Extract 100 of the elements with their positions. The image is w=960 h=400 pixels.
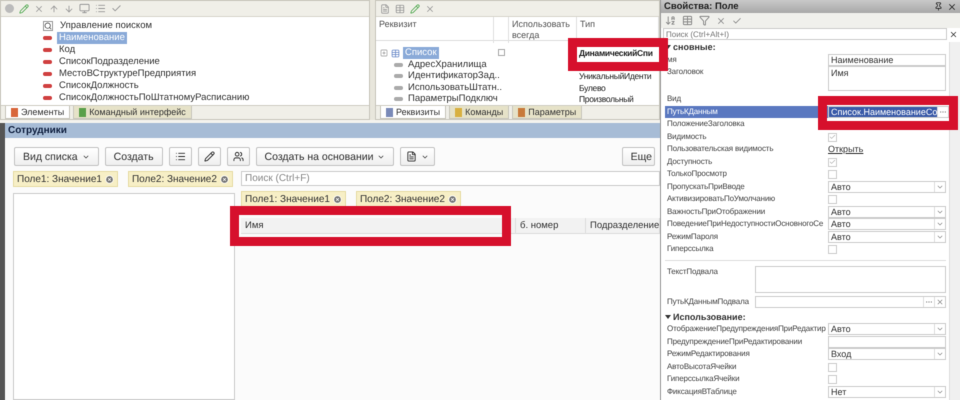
search-field[interactable]: Поиск (Ctrl+Alt+I) <box>663 28 947 40</box>
list-icon[interactable] <box>95 3 106 14</box>
checkbox[interactable] <box>498 48 505 56</box>
type-cell-text: УникальныйИденти <box>578 71 652 81</box>
property-label: ВажностьПриОтображении <box>666 206 766 218</box>
type-cell-text: ДинамическийСпи <box>578 48 654 58</box>
group-header[interactable]: сновные: <box>665 41 828 53</box>
property-label: АктивизироватьПоУмолчанию <box>666 193 776 205</box>
monitor-icon[interactable] <box>79 3 90 14</box>
attribute-name[interactable]: ПараметрыПодключ <box>406 93 500 105</box>
checkbox[interactable] <box>828 170 837 179</box>
table-icon[interactable] <box>395 4 405 14</box>
tree-item[interactable]: МестоВСтруктуреПредприятия <box>57 68 198 80</box>
attribute-name[interactable]: АдресХранилища <box>406 58 489 70</box>
checkbox[interactable] <box>828 245 837 254</box>
filter-chip[interactable]: Поле1: Значение1 <box>241 191 346 207</box>
users-button[interactable] <box>226 147 250 166</box>
group-header[interactable]: Использование: <box>665 310 828 322</box>
select-field[interactable]: Авто <box>828 180 946 192</box>
checkbox[interactable] <box>828 158 837 166</box>
checkmark-icon[interactable] <box>732 16 742 26</box>
pane-tab[interactable]: Командный интерфейс <box>73 106 192 119</box>
property-label: АвтоВысотаЯчейки <box>666 360 738 372</box>
property-label: ТекстПодвала <box>666 266 719 278</box>
checkbox[interactable] <box>828 375 837 384</box>
close-icon[interactable] <box>947 2 957 12</box>
property-label: РежимПароля <box>666 230 719 242</box>
search-icon <box>43 21 53 31</box>
checkbox[interactable] <box>828 132 837 142</box>
column-header[interactable]: б. номер <box>516 218 586 234</box>
property-label: Гиперссылка <box>666 243 714 255</box>
value-field[interactable] <box>828 336 946 348</box>
pencil-icon[interactable] <box>410 4 420 14</box>
filter-icon[interactable] <box>699 15 710 26</box>
filter-chip[interactable]: Поле1: Значение1 <box>13 171 118 187</box>
document-menu-button[interactable] <box>400 147 436 166</box>
checkbox[interactable] <box>828 362 837 372</box>
dropdown-icon[interactable] <box>936 350 944 358</box>
property-label: Видимость <box>666 130 708 142</box>
select-field[interactable]: Нет <box>828 386 946 398</box>
checkmark-icon[interactable] <box>111 3 122 14</box>
sort-icon[interactable] <box>665 15 676 26</box>
property-label: ОтображениеПредупрежденияПриРедактир <box>666 323 827 335</box>
expand-icon[interactable] <box>380 49 388 57</box>
pencil-icon[interactable] <box>19 4 29 14</box>
property-label: Вид <box>666 93 682 105</box>
pane-tab[interactable]: Элементы <box>5 106 70 119</box>
circle-icon[interactable] <box>5 4 14 13</box>
tree-item[interactable]: СписокДолжность <box>57 80 141 92</box>
dropdown-icon[interactable] <box>936 325 944 333</box>
filter-chip[interactable]: Поле2: Значение2 <box>128 171 233 187</box>
pane-tab[interactable]: Реквизиты <box>380 106 446 119</box>
remove-icon[interactable] <box>220 174 229 184</box>
property-label: ПутьКДанным <box>665 106 828 118</box>
remove-icon[interactable] <box>104 174 114 184</box>
property-label: ПредупреждениеПриРедактировании <box>666 336 804 348</box>
checkbox[interactable] <box>828 195 837 204</box>
tree-item[interactable]: Управление поиском <box>58 20 154 32</box>
tree-item[interactable]: СписокПодразделение <box>57 56 162 68</box>
select-field[interactable]: Авто <box>828 230 946 242</box>
value-field[interactable]: Наименование <box>828 54 946 66</box>
select-field[interactable]: Авто <box>828 323 946 335</box>
select-field[interactable]: Авто <box>828 218 946 230</box>
select-field[interactable]: Вход <box>828 348 946 360</box>
attribute-name[interactable]: ИдентификаторЗад.. <box>406 70 502 82</box>
attribute-name[interactable]: ИспользоватьШтатн.. <box>406 82 504 94</box>
path-field[interactable] <box>755 296 946 308</box>
table-icon[interactable] <box>682 15 693 26</box>
value-field[interactable]: Имя <box>828 66 946 91</box>
more-button[interactable]: Еще <box>622 147 655 166</box>
pane-tab[interactable]: Параметры <box>512 106 582 119</box>
filter-chip[interactable]: Поле2: Значение2 <box>356 191 461 207</box>
column-header[interactable]: Имя <box>241 218 516 234</box>
type-cell-text: Произвольный <box>578 94 635 104</box>
document-icon <box>406 151 418 162</box>
pane-tab[interactable]: Команды <box>449 106 510 119</box>
arrow-up-icon[interactable] <box>49 4 59 14</box>
remove-icon[interactable] <box>332 194 342 204</box>
list-button[interactable] <box>168 147 192 166</box>
clear-icon[interactable] <box>949 30 958 38</box>
open-link[interactable]: Открыть <box>828 143 946 155</box>
pin-icon[interactable] <box>934 2 943 12</box>
search-field[interactable]: Поиск (Ctrl+F) <box>241 171 660 186</box>
tree-item[interactable]: СписокДолжностьПоШтатномуРасписанию <box>57 92 252 104</box>
create-button[interactable]: Создать <box>104 147 163 166</box>
panel-title: Свойства: Поле <box>664 1 739 12</box>
select-field[interactable]: Авто <box>828 206 946 218</box>
column-header: Реквизит <box>376 17 494 43</box>
scrollbar[interactable] <box>949 42 960 400</box>
pencil-icon <box>204 151 215 162</box>
form-title: Сотрудники <box>5 123 660 138</box>
path-field[interactable]: Список.НаименованиеСо <box>828 106 950 118</box>
tree-item[interactable]: Код <box>57 44 78 56</box>
arrow-down-icon[interactable] <box>64 4 74 14</box>
remove-icon[interactable] <box>448 194 457 204</box>
menu-button[interactable]: Вид списка <box>14 147 99 166</box>
footer-text-field[interactable] <box>755 266 946 292</box>
property-label: ТолькоПросмотр <box>666 168 728 180</box>
menu-button[interactable]: Создать на основании <box>256 147 394 166</box>
edit-button[interactable] <box>198 147 221 166</box>
